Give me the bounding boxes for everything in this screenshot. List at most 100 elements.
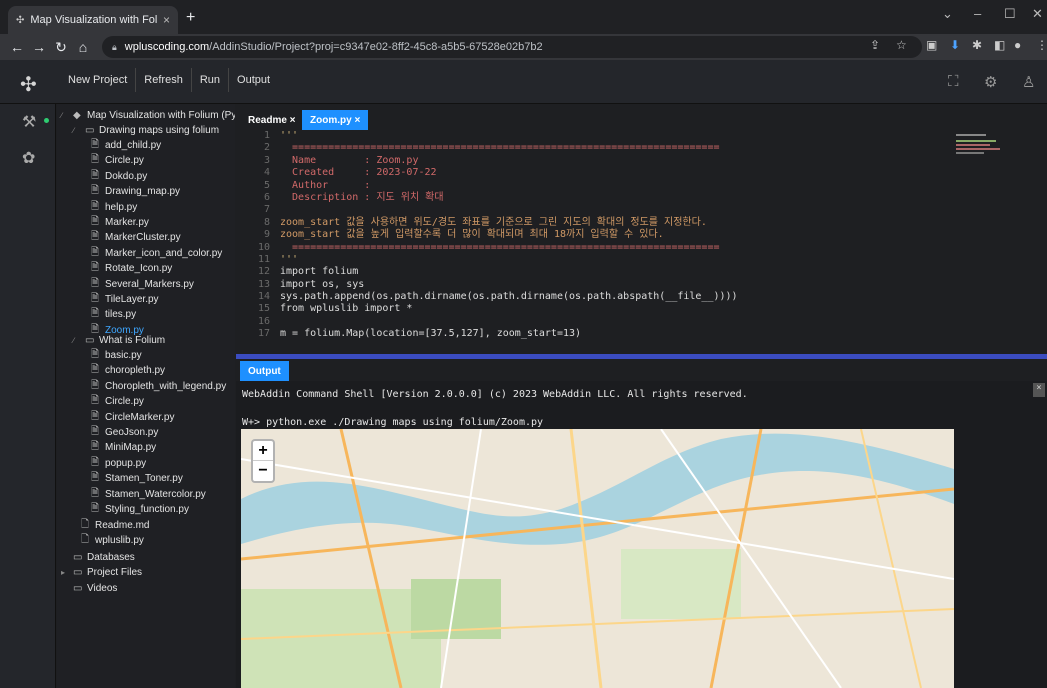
tree-item[interactable]: 🗎 Circle.py: [91, 153, 144, 168]
tree-folder[interactable]: ▭ Videos: [61, 581, 117, 596]
back-button[interactable]: ←: [6, 39, 28, 55]
code-line: Created : 2023-07-22: [280, 167, 437, 179]
tree-item[interactable]: 🗎 Choropleth_with_legend.py: [91, 379, 226, 394]
maximize-button[interactable]: ☐: [1004, 6, 1016, 22]
map-tiles: [241, 429, 954, 688]
tree-item[interactable]: 🗎 basic.py: [91, 348, 142, 363]
tree-item[interactable]: 🗎 help.py: [91, 200, 137, 215]
close-output-icon[interactable]: ×: [1033, 383, 1045, 397]
tree-root[interactable]: ∕ ◆ Map Visualization with Folium (Pyt: [61, 108, 235, 123]
tree-folder[interactable]: ▸ ▭ Project Files: [61, 565, 142, 580]
chevron-down-icon[interactable]: ⌄: [942, 6, 953, 22]
line-number: 4: [263, 167, 270, 179]
lock-icon: 🔒︎: [112, 41, 117, 52]
download-icon[interactable]: ⬇: [950, 38, 960, 52]
tree-item[interactable]: 🗎 Stamen_Toner.py: [91, 471, 183, 486]
header-menu: New Project Refresh Run Output: [60, 68, 278, 92]
kebab-menu-icon[interactable]: ⋮: [1036, 38, 1047, 52]
tree-item[interactable]: 🗎 Several_Markers.py: [91, 277, 194, 292]
tree-item[interactable]: 🗎 MiniMap.py: [91, 440, 156, 455]
code-content[interactable]: ''' ====================================…: [280, 130, 738, 341]
tree-item[interactable]: 🗎 Stamen_Watercolor.py: [91, 487, 206, 502]
tab-readme[interactable]: Readme ×: [240, 110, 304, 130]
url-path: /AddinStudio/Project?proj=c9347e02-8ff2-…: [209, 41, 543, 53]
code-line: ''': [280, 253, 299, 265]
sidepanel-icon[interactable]: ◧: [994, 38, 1005, 52]
tree-item[interactable]: 🗎 Circle.py: [91, 394, 144, 409]
file-tree: ∕ ◆ Map Visualization with Folium (Pyt ∕ ▭ D…: [57, 104, 235, 688]
tools-icon[interactable]: ⚒: [22, 112, 36, 132]
tree-item[interactable]: 🗎 popup.py: [91, 456, 146, 471]
extension-icon[interactable]: ▣: [926, 38, 937, 52]
fullscreen-icon[interactable]: ⛶: [948, 73, 959, 90]
browser-tab[interactable]: ✣ Map Visualization with Folium (P ×: [8, 6, 178, 34]
file-icon: 🗋: [81, 534, 90, 546]
editor-tabs: Readme × Zoom.py ×: [236, 108, 1047, 130]
folder-icon: ▭: [73, 567, 83, 579]
minimize-button[interactable]: –: [974, 6, 981, 21]
tree-item[interactable]: 🗎 TileLayer.py: [91, 292, 159, 307]
tree-item[interactable]: 🗎 Drawing_map.py: [91, 184, 180, 199]
refresh-button[interactable]: Refresh: [136, 68, 192, 92]
folium-map[interactable]: + −: [241, 429, 954, 688]
tree-item[interactable]: 🗎 add_child.py: [91, 138, 161, 153]
share-icon[interactable]: ⇪: [870, 38, 880, 52]
file-icon: 🗎: [91, 503, 100, 514]
tree-item[interactable]: 🗎 Rotate_Icon.py: [91, 261, 172, 276]
tree-item[interactable]: 🗎 Zoom.py: [91, 323, 144, 338]
tree-item[interactable]: 🗎 GeoJson.py: [91, 425, 158, 440]
line-number: 10: [257, 241, 270, 253]
close-window-button[interactable]: ✕: [1032, 6, 1043, 22]
tree-item[interactable]: 🗎 Marker_icon_and_color.py: [91, 246, 222, 261]
tree-item[interactable]: 🗋 Readme.md: [81, 518, 149, 533]
user-icon[interactable]: ♙: [1022, 73, 1035, 91]
tree-item[interactable]: 🗎 MarkerCluster.py: [91, 230, 181, 245]
star-icon[interactable]: ☆: [896, 38, 907, 52]
forward-button[interactable]: →: [28, 39, 50, 55]
tree-item[interactable]: 🗎 Styling_function.py: [91, 502, 189, 517]
close-tab-icon[interactable]: ×: [163, 13, 170, 27]
tab-output[interactable]: Output: [240, 361, 289, 381]
puzzle-icon[interactable]: ✱: [972, 38, 982, 52]
new-tab-button[interactable]: +: [186, 9, 195, 27]
line-number: 9: [263, 229, 270, 241]
zoom-out-button[interactable]: −: [253, 461, 273, 481]
profile-avatar-icon[interactable]: ●: [1014, 38, 1021, 52]
tab-zoom-py[interactable]: Zoom.py ×: [302, 110, 369, 130]
line-number: 2: [263, 142, 270, 154]
line-number: 15: [257, 303, 270, 315]
code-line: ========================================…: [280, 142, 720, 154]
line-numbers: 1 2 3 4 5 6 7 8 9 10 11 12 13 14 15 16 17: [236, 130, 270, 354]
tree-item[interactable]: 🗎 choropleth.py: [91, 363, 165, 378]
output-header: Output: [236, 359, 1047, 381]
tree-item[interactable]: 🗎 CircleMarker.py: [91, 410, 174, 425]
tree-item[interactable]: 🗎 tiles.py: [91, 307, 136, 322]
line-number: 13: [257, 278, 270, 290]
code-editor[interactable]: 1 2 3 4 5 6 7 8 9 10 11 12 13 14 15 16 17 ''' ==========…: [236, 130, 1047, 354]
active-indicator: [44, 118, 49, 123]
favicon-icon: ✣: [16, 14, 25, 26]
tree-item[interactable]: 🗎 Dokdo.py: [91, 169, 147, 184]
code-line: ========================================…: [280, 241, 720, 253]
console-banner: WebAddin Command Shell [Version 2.0.0.0]…: [242, 389, 748, 400]
new-project-button[interactable]: New Project: [60, 68, 137, 92]
settings-icon[interactable]: ⚙: [984, 73, 997, 91]
tree-item[interactable]: 🗋 wpluslib.py: [81, 533, 144, 548]
home-button[interactable]: ⌂: [72, 39, 94, 55]
reload-button[interactable]: ↻: [50, 39, 72, 56]
minimap[interactable]: [956, 134, 1036, 164]
tree-item[interactable]: 🗎 Marker.py: [91, 215, 149, 230]
zoom-in-button[interactable]: +: [253, 441, 273, 461]
run-button[interactable]: Run: [192, 68, 230, 92]
tree-folder[interactable]: ▭ Databases: [61, 550, 135, 565]
line-number: 12: [257, 266, 270, 278]
tree-folder-drawing-maps[interactable]: ∕ ▭ Drawing maps using folium: [73, 123, 219, 138]
code-line: zoom_start 값을 높게 입력할수록 더 많이 확대되며 최대 18까지…: [280, 229, 664, 241]
app-logo-icon[interactable]: ✣: [20, 72, 37, 97]
line-number: 7: [263, 204, 270, 216]
code-line: Name : Zoom.py: [280, 154, 419, 166]
openai-icon[interactable]: ✿: [22, 148, 35, 168]
output-button[interactable]: Output: [229, 68, 278, 92]
url-field[interactable]: 🔒︎ wpluscoding.com/AddinStudio/Project?p…: [102, 36, 922, 58]
